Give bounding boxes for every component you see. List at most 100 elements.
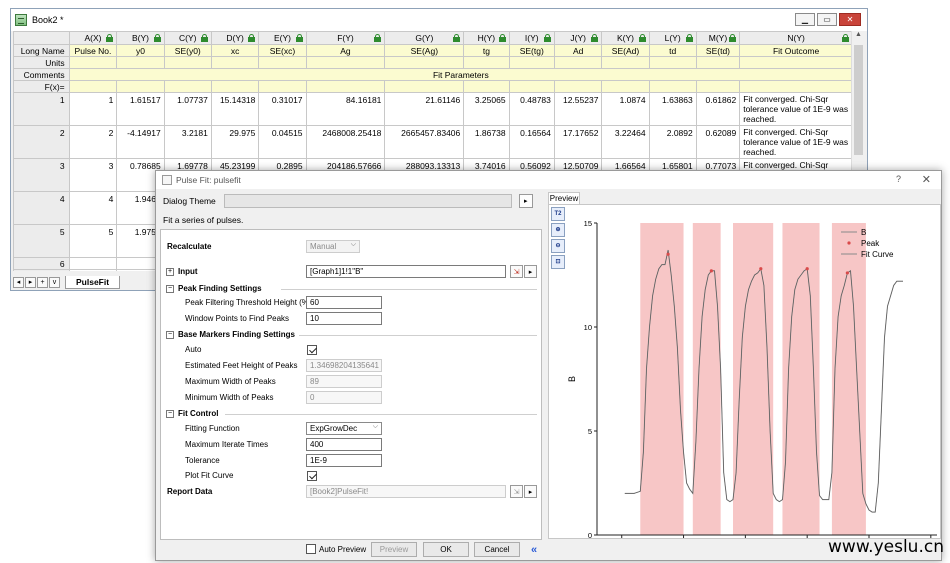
column-header[interactable]: B(Y) [116,31,165,45]
long-name-cell[interactable]: Pulse No. [68,44,118,57]
data-cell[interactable]: 84.16181 [305,92,386,126]
units-cell[interactable] [739,56,853,69]
max-iterate-input[interactable]: 400 [306,438,382,451]
column-header[interactable]: J(Y) [553,31,603,45]
base-section-collapse-icon[interactable]: − [166,330,174,339]
long-name-cell[interactable]: tg [463,44,510,57]
fitting-function-select[interactable]: ExpGrowDec ⌵ [306,422,382,435]
tolerance-input[interactable]: 1E-9 [306,454,382,467]
formula-cell[interactable] [305,80,386,93]
row-number[interactable]: 1 [13,92,70,126]
formula-cell[interactable] [508,80,555,93]
formula-cell[interactable] [163,80,212,93]
units-cell[interactable] [68,56,118,69]
long-name-cell[interactable]: Ad [553,44,603,57]
dialog-theme-combo[interactable] [223,194,512,208]
formula-cell[interactable] [648,80,697,93]
formula-cell[interactable] [116,80,165,93]
zoom-region-icon[interactable]: ⊡ [551,255,565,269]
data-cell[interactable]: 29.975 [210,125,260,159]
preview-button[interactable]: Preview [371,542,417,557]
formula-cell[interactable] [210,80,260,93]
zoom-out-icon[interactable]: ⊖ [551,239,565,253]
units-cell[interactable] [258,56,307,69]
data-cell[interactable]: 15.14318 [210,92,260,126]
long-name-cell[interactable]: y0 [116,44,165,57]
units-cell[interactable] [695,56,741,69]
help-icon[interactable]: ? [896,174,901,184]
auto-preview-checkbox[interactable] [306,544,316,554]
units-cell[interactable] [553,56,603,69]
input-expand-icon[interactable]: + [166,267,174,276]
units-cell[interactable] [163,56,212,69]
data-cell[interactable]: 0.31017 [258,92,307,126]
long-name-cell[interactable]: Fit Outcome [739,44,853,57]
units-cell[interactable] [463,56,510,69]
formula-cell[interactable] [384,80,465,93]
row-number[interactable]: 5 [13,224,70,258]
ok-button[interactable]: OK [423,542,469,557]
data-cell[interactable]: 1 [68,92,118,126]
long-name-cell[interactable]: td [648,44,697,57]
row-number[interactable]: 4 [13,191,70,225]
data-cell[interactable]: 0.16564 [508,125,555,159]
units-cell[interactable] [305,56,386,69]
units-cell[interactable] [210,56,260,69]
peak-section-collapse-icon[interactable]: − [166,284,174,293]
input-range-field[interactable]: [Graph1]1!1"B" [306,265,506,278]
collapse-preview-button[interactable]: « [527,542,541,557]
report-menu-button[interactable]: ▸ [524,485,537,498]
formula-cell[interactable] [463,80,510,93]
input-menu-button[interactable]: ▸ [524,265,537,278]
data-cell[interactable]: 3 [68,158,118,192]
data-cell[interactable]: 1.0874 [601,92,650,126]
select-range-icon[interactable]: ⇲ [510,265,523,278]
column-header[interactable]: N(Y) [739,31,853,45]
row-number[interactable]: 2 [13,125,70,159]
units-cell[interactable] [384,56,465,69]
formula-cell[interactable] [695,80,741,93]
units-cell[interactable] [648,56,697,69]
data-cell[interactable]: 17.17652 [553,125,603,159]
data-cell[interactable]: 1.63863 [648,92,697,126]
scroll-thumb[interactable] [854,45,863,155]
data-cell[interactable]: 12.55237 [553,92,603,126]
data-cell[interactable]: 3.2181 [163,125,212,159]
data-cell[interactable] [68,257,118,270]
units-cell[interactable] [508,56,555,69]
data-cell[interactable]: Fit converged. Chi-Sqr tolerance value o… [739,125,853,159]
dialog-titlebar[interactable]: Pulse Fit: pulsefit ? ✕ [156,171,941,189]
data-cell[interactable]: 3.25065 [463,92,510,126]
long-name-cell[interactable]: xc [210,44,260,57]
row-number[interactable]: 3 [13,158,70,192]
units-cell[interactable] [601,56,650,69]
long-name-cell[interactable]: SE(tg) [508,44,555,57]
cancel-button[interactable]: Cancel [474,542,520,557]
data-cell[interactable]: 4 [68,191,118,225]
data-cell[interactable]: 2 [68,125,118,159]
data-cell[interactable]: 0.04515 [258,125,307,159]
long-name-cell[interactable]: SE(Ag) [384,44,465,57]
sheet-nav-next-button[interactable]: ▸ [25,276,36,288]
plot-fit-curve-checkbox[interactable] [307,470,317,481]
workbook-titlebar[interactable]: Book2 * ▁ ▭ ✕ [11,9,867,31]
sheet-nav-prev-button[interactable]: ◂ [13,276,24,288]
corner-cell[interactable] [13,31,70,45]
units-cell[interactable] [116,56,165,69]
column-header[interactable]: G(Y) [384,31,465,45]
add-sheet-button[interactable]: + [37,276,48,288]
column-header[interactable]: F(Y) [305,31,386,45]
zoom-in-icon[interactable]: ⊕ [551,223,565,237]
close-button[interactable]: ✕ [839,13,861,26]
data-cell[interactable]: 1.07737 [163,92,212,126]
column-header[interactable]: A(X) [68,31,118,45]
column-header[interactable]: K(Y) [601,31,650,45]
comments-cell[interactable]: Fit Parameters [68,68,853,81]
formula-cell[interactable] [68,80,118,93]
data-cell[interactable]: 2468008.25418 [305,125,386,159]
data-cell[interactable]: 2665457.83406 [384,125,465,159]
long-name-cell[interactable]: SE(xc) [258,44,307,57]
long-name-cell[interactable]: SE(Ad) [601,44,650,57]
formula-cell[interactable] [601,80,650,93]
column-header[interactable]: I(Y) [508,31,555,45]
